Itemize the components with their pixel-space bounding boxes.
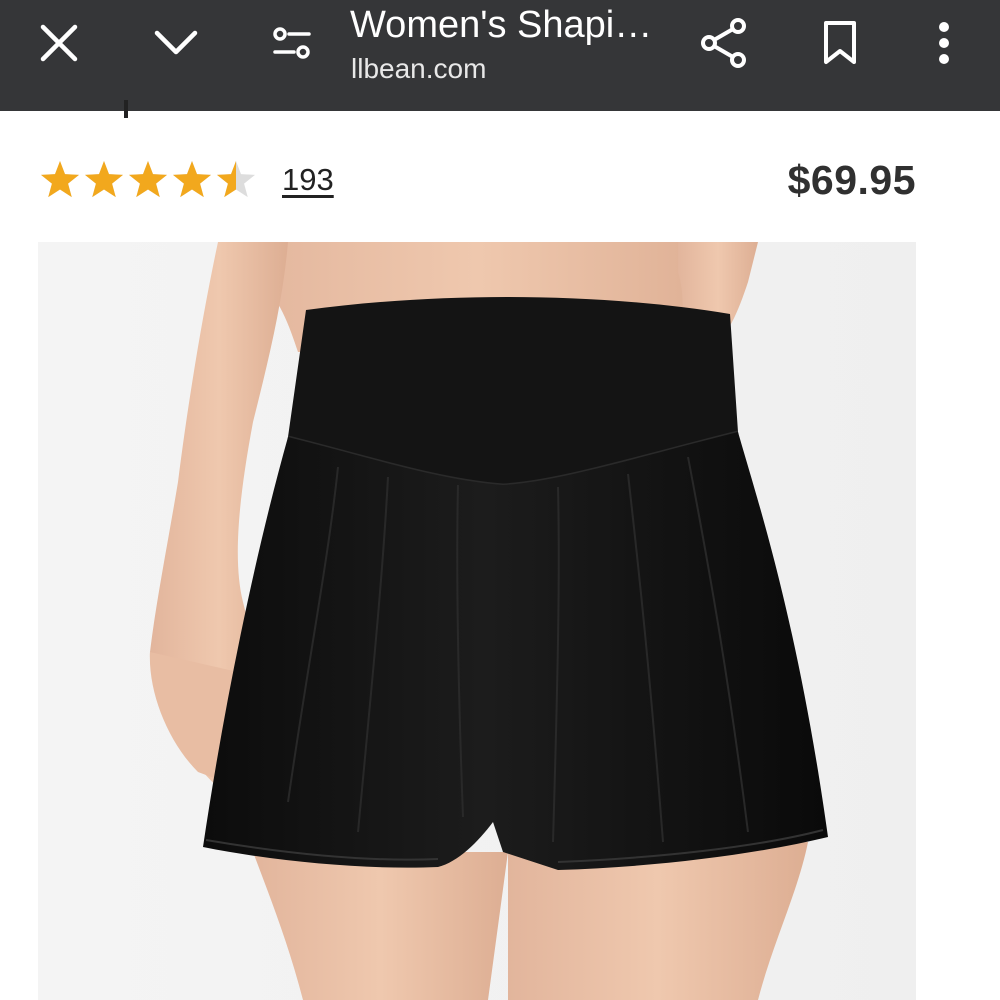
bookmark-button[interactable] <box>808 0 872 85</box>
product-title-remnant <box>112 98 142 122</box>
product-image[interactable] <box>38 242 916 1000</box>
page-domain[interactable]: llbean.com <box>351 52 486 86</box>
browser-toolbar: Women's Shapin… llbean.com <box>0 0 1000 111</box>
star-rating[interactable] <box>40 155 256 205</box>
close-icon <box>40 24 78 61</box>
more-vert-icon <box>939 21 949 64</box>
page-settings-button[interactable] <box>260 0 324 85</box>
stars-graphic <box>40 161 256 198</box>
page-title[interactable]: Women's Shapin… <box>350 3 670 47</box>
shorts-photo-illustration <box>38 242 916 1000</box>
collapse-button[interactable] <box>144 0 208 85</box>
star-4 <box>172 161 212 198</box>
product-price: $69.95 <box>787 157 916 203</box>
star-2 <box>84 161 124 198</box>
page-settings-icon <box>273 26 311 59</box>
share-button[interactable] <box>692 0 756 85</box>
review-count-link[interactable]: 193 <box>282 161 334 199</box>
close-button[interactable] <box>27 0 91 85</box>
bookmark-icon <box>824 20 856 64</box>
star-1 <box>40 161 80 198</box>
share-icon <box>701 17 746 68</box>
chevron-down-icon <box>154 30 198 54</box>
star-3 <box>128 161 168 198</box>
more-options-button[interactable] <box>912 0 976 85</box>
rating-stars <box>40 160 256 200</box>
